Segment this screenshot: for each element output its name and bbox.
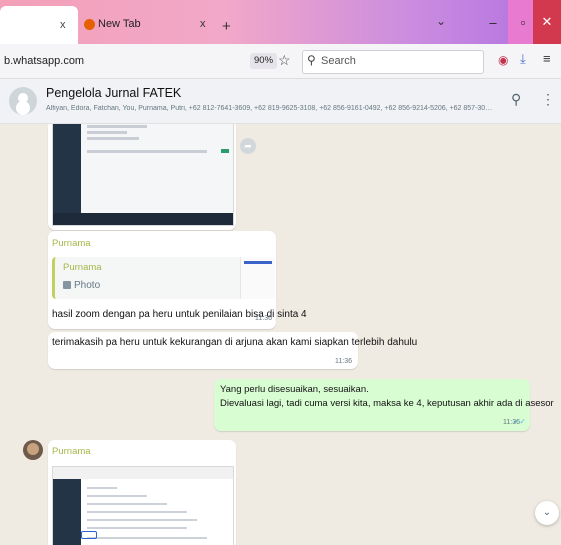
firefox-icon: [84, 19, 95, 30]
browser-nav-bar: b.whatsapp.com 90% ☆ ⚲ Search ◉ ⤓ ≡: [0, 44, 561, 79]
tab-label: New Tab: [98, 18, 141, 30]
chevron-down-icon: ⌄: [542, 507, 552, 518]
chat-header[interactable]: Pengelola Jurnal FATEK Alfiyan, Edora, F…: [0, 79, 561, 124]
bookmark-star-icon[interactable]: ☆: [278, 52, 291, 69]
search-icon[interactable]: ⚲: [511, 91, 521, 108]
thumbnail-topbar: [53, 467, 233, 479]
zoom-level-button[interactable]: 90%: [250, 53, 278, 69]
close-window-button[interactable]: ✕: [533, 0, 561, 44]
tab-close-icon[interactable]: x: [60, 19, 66, 31]
message-text-bubble[interactable]: terimakasih pa heru untuk kekurangan di …: [48, 332, 417, 369]
screenshot-thumbnail[interactable]: [52, 466, 234, 545]
thumbnail-line: [87, 125, 147, 128]
message-text-line: Yang perlu disesuaikan, sesuaikan.: [220, 384, 369, 395]
message-outgoing[interactable]: Yang perlu disesuaikan, sesuaikan. Dieva…: [214, 379, 554, 431]
thumbnail-toggle: [221, 149, 229, 153]
thumbnail-line: [87, 511, 187, 513]
thumbnail-line: [87, 519, 197, 521]
hamburger-menu-icon[interactable]: ≡: [543, 51, 551, 66]
thumbnail-line: [87, 137, 139, 140]
quoted-thumbnail: [240, 257, 275, 299]
thumbnail-sidebar: [53, 124, 81, 225]
message-reply[interactable]: Purnama Purnama Photo hasil zoom dengan …: [48, 231, 307, 329]
pocket-icon[interactable]: ◉: [498, 53, 508, 67]
quoted-type: Photo: [63, 280, 100, 291]
read-receipt-icon: ✓✓: [512, 417, 526, 426]
message-time: 11:36: [255, 315, 272, 322]
thumbnail-highlight: [81, 531, 97, 539]
forward-icon[interactable]: ➦: [240, 138, 256, 154]
address-bar[interactable]: b.whatsapp.com: [4, 55, 84, 67]
thumbnail-line: [87, 537, 207, 539]
message-text: terimakasih pa heru untuk kekurangan di …: [52, 337, 418, 348]
thumbnail-line: [87, 150, 207, 153]
message-text-line: Dievaluasi lagi, tadi cuma versi kita, m…: [220, 398, 554, 409]
search-icon: ⚲: [307, 53, 316, 67]
search-placeholder: Search: [321, 55, 356, 67]
minimize-button[interactable]: –: [478, 0, 508, 44]
tab-active[interactable]: x: [0, 6, 78, 44]
quoted-sender: Purnama: [63, 262, 102, 273]
new-tab-button[interactable]: +: [222, 18, 231, 35]
download-icon[interactable]: ⤓: [520, 51, 526, 67]
quoted-type-label: Photo: [74, 280, 101, 291]
scroll-down-button[interactable]: ⌄: [535, 501, 559, 525]
screenshot-thumbnail[interactable]: [52, 124, 234, 226]
tab-close-icon[interactable]: x: [200, 18, 206, 30]
browser-tab-bar: x New Tab x + ⌄ – ▫ ✕: [0, 0, 561, 44]
sender-name: Purnama: [52, 446, 91, 457]
more-options-icon[interactable]: ⋮: [541, 91, 555, 108]
chat-pane[interactable]: ➦ Purnama Purnama Photo hasil zoom denga…: [0, 124, 561, 545]
sender-avatar[interactable]: [23, 440, 43, 460]
thumbnail-sidebar: [53, 479, 81, 545]
message-time: 11:36: [335, 358, 352, 365]
thumbnail-line: [87, 527, 187, 529]
quoted-message[interactable]: Purnama Photo: [52, 257, 275, 299]
thumbnail-taskbar: [53, 213, 233, 225]
thumbnail-line: [87, 487, 117, 489]
thumbnail-line: [87, 131, 127, 134]
tab-new-tab[interactable]: New Tab x: [78, 6, 238, 44]
photo-icon: [63, 281, 71, 289]
group-members: Alfiyan, Edora, Fatchan, You, Purnama, P…: [46, 105, 496, 112]
group-avatar[interactable]: [9, 87, 37, 115]
search-input[interactable]: ⚲ Search: [302, 50, 484, 74]
thumbnail-line: [87, 503, 167, 505]
message-image[interactable]: Purnama: [48, 440, 236, 545]
list-all-tabs-button[interactable]: ⌄: [436, 14, 446, 28]
message-image[interactable]: [48, 124, 236, 230]
thumbnail-line: [87, 495, 147, 497]
group-name: Pengelola Jurnal FATEK: [46, 86, 182, 100]
sender-name: Purnama: [52, 238, 91, 249]
